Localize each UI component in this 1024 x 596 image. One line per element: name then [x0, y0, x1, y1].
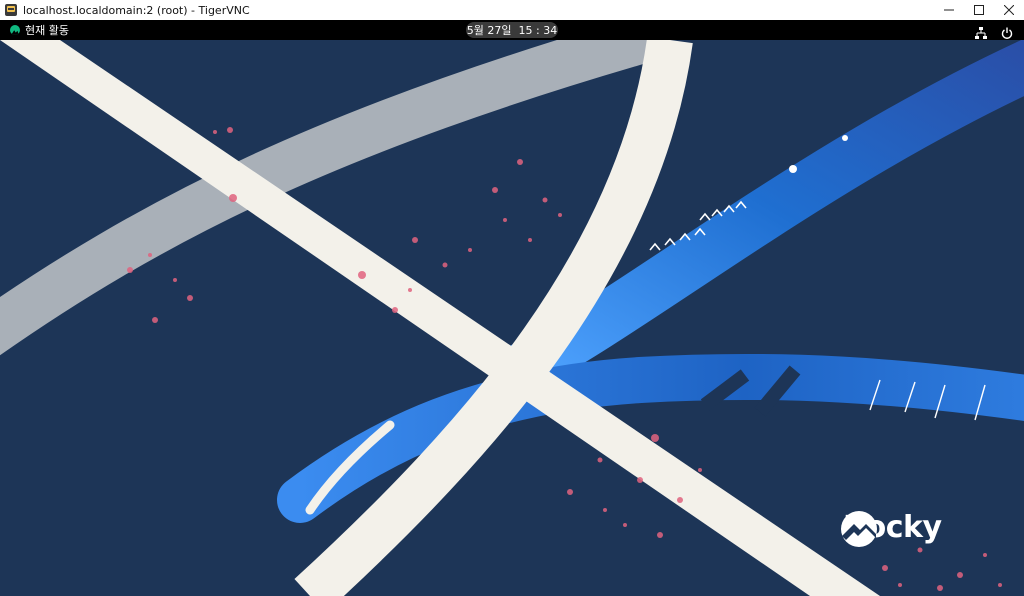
close-button[interactable]	[994, 0, 1024, 20]
gnome-top-bar: 현재 활동 5월 27일 15 : 34	[0, 20, 1024, 40]
activities-label: 현재 활동	[25, 24, 69, 37]
star-dot-2	[842, 135, 848, 141]
rocky-logo: Rocky	[840, 510, 942, 547]
activities-button[interactable]: 현재 활동	[10, 20, 69, 40]
power-icon	[1001, 27, 1013, 39]
clock-label: 5월 27일 15 : 34	[466, 24, 558, 37]
star-dot-1	[789, 165, 797, 173]
maximize-icon	[974, 5, 984, 15]
minimize-icon	[944, 9, 954, 11]
window-controls	[934, 0, 1024, 20]
tigervnc-app-icon	[5, 4, 17, 16]
rocky-activities-icon	[10, 25, 20, 35]
maximize-button[interactable]	[964, 0, 994, 20]
close-icon	[1004, 5, 1014, 15]
window-titlebar: localhost.localdomain:2 (root) - TigerVN…	[0, 0, 1024, 20]
window-title: localhost.localdomain:2 (root) - TigerVN…	[23, 3, 250, 17]
minimize-button[interactable]	[934, 0, 964, 20]
desktop-background: Rocky	[0, 40, 1024, 596]
rocky-logo-icon	[841, 511, 877, 547]
network-icon	[975, 27, 987, 39]
clock-button[interactable]: 5월 27일 15 : 34	[466, 22, 558, 38]
